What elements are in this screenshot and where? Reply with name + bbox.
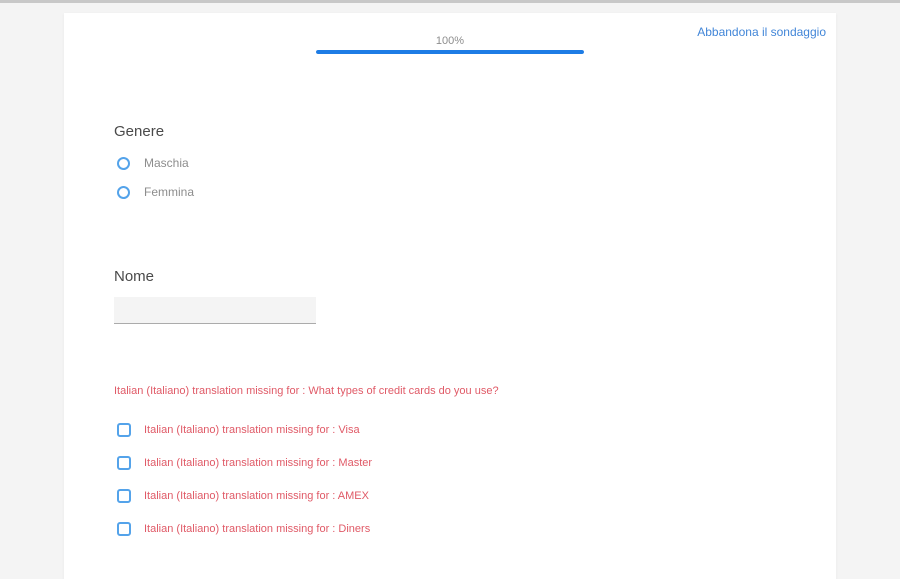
question-credit-cards-title: Italian (Italiano) translation missing f…	[114, 385, 499, 398]
question-name-title: Nome	[114, 269, 316, 285]
checkbox-option-amex[interactable]: Italian (Italiano) translation missing f…	[117, 489, 499, 503]
question-gender-title: Genere	[114, 124, 194, 140]
survey-card: 100% Abbandona il sondaggio Genere Masch…	[64, 13, 836, 579]
top-strip	[0, 0, 900, 3]
checkbox-option-diners[interactable]: Italian (Italiano) translation missing f…	[117, 522, 499, 536]
checkbox-option-visa[interactable]: Italian (Italiano) translation missing f…	[117, 423, 499, 437]
name-text-input[interactable]	[114, 297, 316, 324]
radio-option-maschia[interactable]: Maschia	[117, 156, 194, 170]
progress-fill	[316, 50, 584, 54]
checkbox-option-master[interactable]: Italian (Italiano) translation missing f…	[117, 456, 499, 470]
checkbox-icon[interactable]	[117, 522, 131, 536]
checkbox-option-label: Italian (Italiano) translation missing f…	[144, 457, 372, 469]
progress-bar	[316, 50, 584, 54]
radio-option-femmina[interactable]: Femmina	[117, 185, 194, 199]
radio-button-icon[interactable]	[117, 157, 130, 170]
radio-button-icon[interactable]	[117, 186, 130, 199]
checkbox-option-label: Italian (Italiano) translation missing f…	[144, 523, 370, 535]
radio-option-label: Femmina	[144, 185, 194, 199]
abandon-survey-link[interactable]: Abbandona il sondaggio	[697, 25, 826, 39]
radio-option-label: Maschia	[144, 156, 189, 170]
checkbox-icon[interactable]	[117, 456, 131, 470]
checkbox-option-label: Italian (Italiano) translation missing f…	[144, 490, 369, 502]
survey-page: 100% Abbandona il sondaggio Genere Masch…	[0, 0, 900, 579]
checkbox-icon[interactable]	[117, 423, 131, 437]
question-gender: Genere Maschia Femmina	[114, 124, 194, 199]
question-name: Nome	[114, 269, 316, 324]
checkbox-icon[interactable]	[117, 489, 131, 503]
question-credit-cards: Italian (Italiano) translation missing f…	[114, 385, 499, 536]
checkbox-option-label: Italian (Italiano) translation missing f…	[144, 424, 360, 436]
